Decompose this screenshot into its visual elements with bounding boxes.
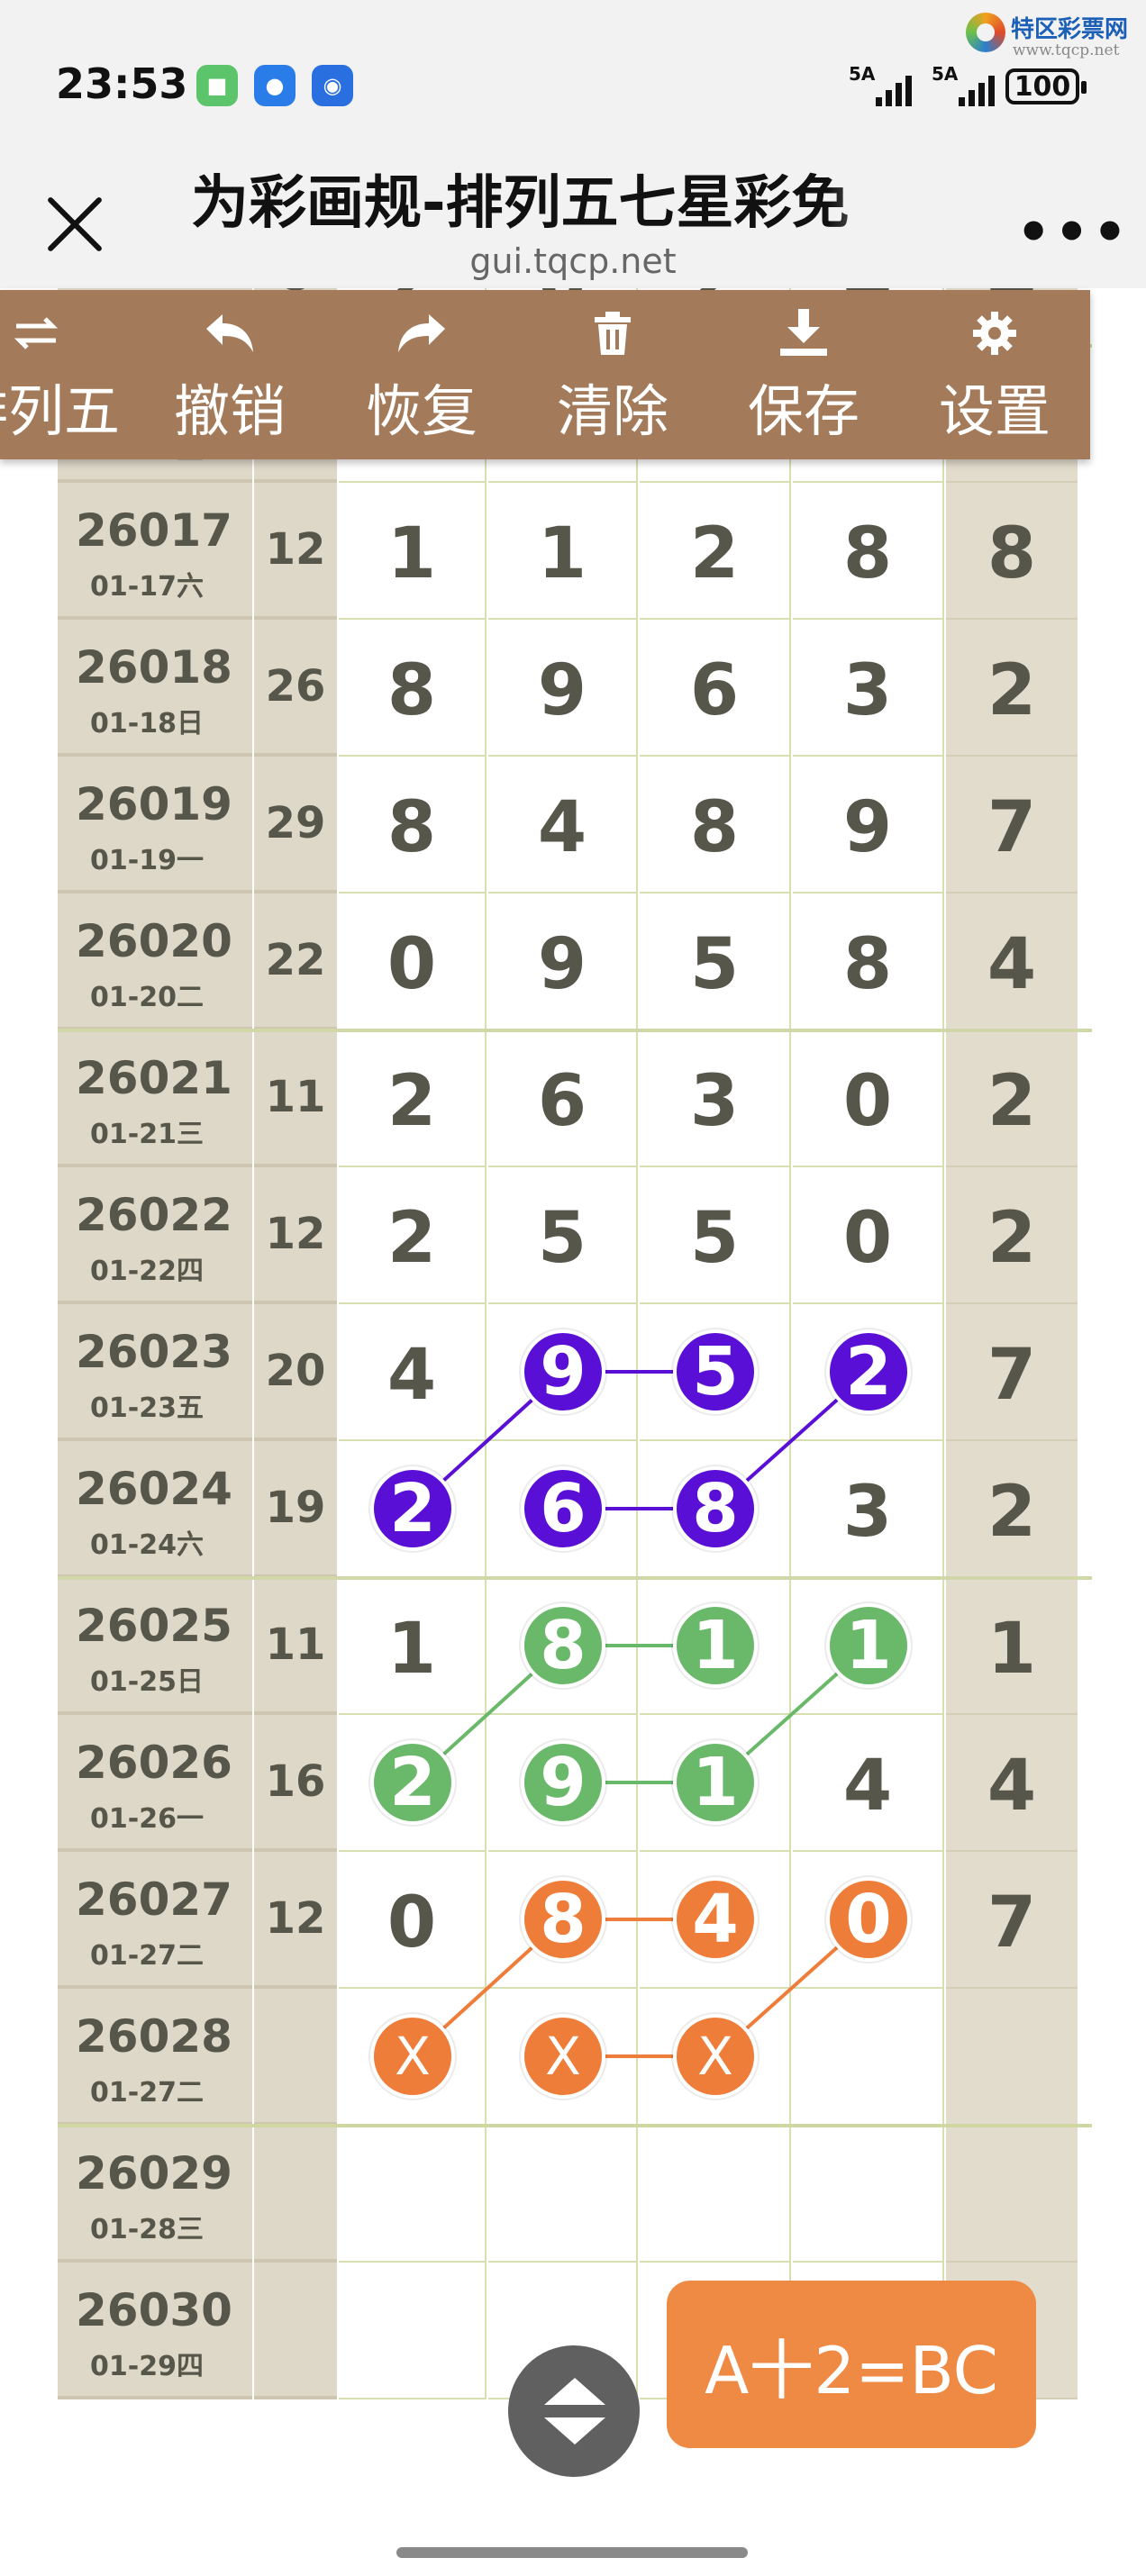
toolbar-label: 保存 — [747, 378, 860, 444]
toolbar-label: 清除 — [556, 378, 668, 444]
scroll-toggle-button[interactable] — [508, 2345, 640, 2477]
arrow-down-icon — [544, 2417, 605, 2444]
download-icon — [714, 308, 894, 358]
home-indicator[interactable] — [396, 2547, 748, 2558]
toolbar-label: 排列五 — [0, 378, 120, 444]
highlighted-number[interactable]: 2 — [370, 1740, 455, 1825]
toolbar-label: 撤销 — [173, 378, 286, 444]
account-notification-icon: ◉ — [312, 65, 353, 106]
watermark: 特区彩票网 www.tqcp.net — [966, 9, 1141, 63]
highlighted-number[interactable]: 1 — [826, 1603, 911, 1688]
status-bar: 23:53 ■ ● ◉ 特区彩票网 www.tqcp.net 5A 5A 100 — [0, 0, 1146, 117]
gear-icon — [905, 308, 1085, 358]
app-notification-icon: ■ — [196, 65, 238, 106]
highlighted-number[interactable]: X — [370, 2014, 455, 2099]
highlighted-number[interactable]: 1 — [673, 1740, 758, 1825]
redo-button[interactable]: 恢复 — [332, 308, 512, 452]
highlighted-number[interactable]: 9 — [521, 1329, 605, 1414]
page-title: 为彩画规-排列五七星彩免 — [191, 170, 850, 237]
highlighted-number[interactable]: 1 — [673, 1603, 758, 1688]
toolbar: 排列五 撤销 恢复 清除 保存 设置 — [0, 290, 1090, 459]
highlighted-number[interactable]: X — [673, 2014, 758, 2099]
watermark-url: www.tqcp.net — [1013, 41, 1120, 59]
toolbar-label: 恢复 — [365, 378, 478, 444]
message-notification-icon: ● — [254, 65, 296, 106]
save-button[interactable]: 保存 — [714, 308, 894, 452]
highlighted-number[interactable]: 0 — [826, 1877, 911, 1962]
more-menu-icon[interactable]: ••• — [1016, 205, 1131, 259]
arrow-up-icon — [544, 2378, 605, 2405]
trend-chart: 2601501-15四8202442601601-16五172159126017… — [0, 288, 1146, 2576]
highlighted-number[interactable]: X — [521, 2014, 605, 2099]
highlighted-number[interactable]: 2 — [826, 1329, 911, 1414]
clock: 23:53 — [56, 59, 188, 108]
highlighted-number[interactable]: 5 — [673, 1329, 758, 1414]
highlighted-number[interactable]: 9 — [521, 1740, 605, 1825]
toolbar-switch-button[interactable]: 排列五 — [0, 308, 126, 452]
browser-title-bar: 为彩画规-排列五七星彩免 gui.tqcp.net ••• — [0, 117, 1146, 288]
signal-icon-2: 5A — [932, 63, 995, 106]
highlighted-number[interactable]: 8 — [521, 1603, 605, 1688]
undo-icon — [140, 308, 320, 358]
formula-button[interactable]: A十2=BC — [667, 2281, 1036, 2448]
link-lines — [411, 1370, 870, 2058]
watermark-name: 特区彩票网 — [1011, 16, 1129, 43]
page-url: gui.tqcp.net — [469, 241, 677, 281]
clear-button[interactable]: 清除 — [523, 308, 703, 452]
settings-button[interactable]: 设置 — [905, 308, 1085, 452]
undo-button[interactable]: 撤销 — [140, 308, 320, 452]
highlighted-number[interactable]: 2 — [370, 1466, 455, 1551]
watermark-logo-icon — [966, 13, 1005, 52]
signal-icon: 5A — [849, 63, 912, 106]
trash-icon — [523, 308, 703, 358]
toolbar-label: 设置 — [938, 378, 1050, 444]
highlighted-number[interactable]: 8 — [673, 1466, 758, 1551]
highlighted-number[interactable]: 8 — [521, 1877, 605, 1962]
highlighted-number[interactable]: 4 — [673, 1877, 758, 1962]
redo-icon — [332, 308, 512, 358]
swap-icon — [0, 308, 126, 358]
highlighted-number[interactable]: 6 — [521, 1466, 605, 1551]
battery-icon: 100 — [1005, 68, 1087, 104]
